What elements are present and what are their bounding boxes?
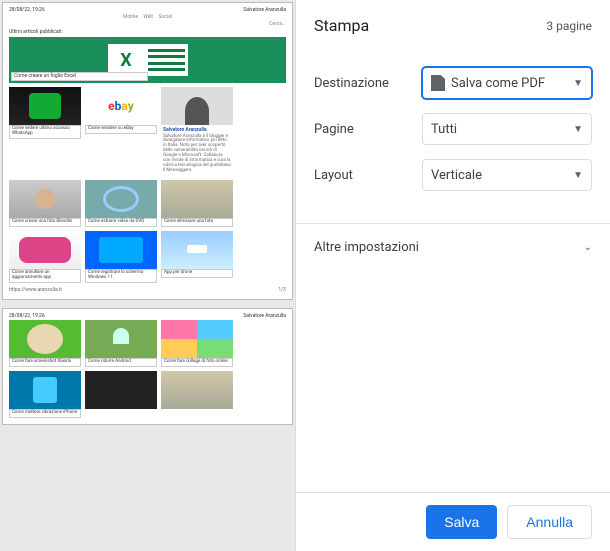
article-caption: Come creare una foto Blendlin	[9, 218, 81, 227]
pages-label: Pagine	[314, 122, 422, 137]
article-tile	[85, 371, 157, 418]
author-blurb: Salvatore AranzullaSalvatore Aranzulla è…	[161, 125, 233, 176]
preview-nav: Mobile Web Social	[9, 14, 286, 20]
article-caption: Come fare collage di foto online	[161, 358, 233, 367]
article-tile: ebayCome vendere su eBay	[85, 87, 157, 176]
destination-value: Salva come PDF	[451, 76, 545, 91]
article-thumb	[161, 231, 233, 269]
panel-title: Stampa	[314, 16, 369, 35]
preview-footer-url: https://www.aranzulla.it	[9, 287, 62, 293]
page-count: 3 pagine	[546, 19, 592, 33]
article-tile: Come vedere ultimo accesso WhatsApp	[9, 87, 81, 176]
cancel-button[interactable]: Annulla	[507, 505, 592, 539]
article-tile: Come fare collage di foto online	[161, 320, 233, 367]
article-caption: Come mettere vibrazione iPhone	[9, 409, 81, 418]
article-thumb	[85, 180, 157, 218]
preview-date-2: 28/08/22, 19:26	[9, 313, 45, 319]
pages-value: Tutti	[431, 122, 457, 137]
preview-subhead: Ultimi articoli pubblicati:	[9, 29, 286, 35]
article-thumb	[9, 371, 81, 409]
article-thumb	[85, 231, 157, 269]
article-thumb	[161, 320, 233, 358]
article-grid-p2: Come fare screenshot Xiaomi Come ridurre …	[9, 320, 286, 418]
chevron-down-icon: ⌄	[584, 242, 592, 253]
article-tile: Come annullare un aggiornamento app	[9, 231, 81, 283]
article-tile: Come registrare lo schermo Windows 11	[85, 231, 157, 283]
save-button[interactable]: Salva	[426, 505, 497, 539]
article-tile	[161, 371, 233, 418]
author-photo	[161, 87, 233, 125]
preview-author: Salvatore Aranzulla	[243, 7, 286, 13]
article-grid-p1: Come vedere ultimo accesso WhatsAppebayC…	[9, 87, 286, 283]
dialog-actions: Salva Annulla	[296, 492, 610, 551]
preview-page-1: 28/08/22, 19:26 Salvatore Aranzulla Mobi…	[2, 2, 293, 300]
article-caption: Come estrarre video da DVD	[85, 218, 157, 227]
article-thumb: ebay	[85, 87, 157, 125]
article-thumb	[85, 371, 157, 409]
article-caption: Come fare screenshot Xiaomi	[9, 358, 81, 367]
article-tile: Come mettere vibrazione iPhone	[9, 371, 81, 418]
layout-label: Layout	[314, 168, 422, 183]
article-thumb	[9, 320, 81, 358]
pdf-file-icon	[431, 75, 445, 91]
article-caption: Come vedere ultimo accesso WhatsApp	[9, 125, 81, 139]
article-caption: Come ridurre Android	[85, 358, 157, 367]
more-settings-label: Altre impostazioni	[314, 240, 419, 255]
print-preview-pane[interactable]: 28/08/22, 19:26 Salvatore Aranzulla Mobi…	[0, 0, 295, 551]
preview-search: Cerca...	[9, 21, 286, 27]
hero-caption: Come creare un foglio Excel	[11, 72, 148, 82]
preview-page-2: 28/08/22, 19:26 Salvatore Aranzulla Come…	[2, 308, 293, 425]
preview-date: 28/08/22, 19:26	[9, 7, 45, 13]
article-tile: App per drone	[161, 231, 233, 283]
author-tile: Salvatore AranzullaSalvatore Aranzulla è…	[161, 87, 233, 176]
article-caption: Come annullare un aggiornamento app	[9, 269, 81, 283]
layout-select[interactable]: Verticale ▼	[422, 159, 592, 191]
more-settings-toggle[interactable]: Altre impostazioni ⌄	[296, 223, 610, 271]
destination-select[interactable]: Salva come PDF ▼	[422, 67, 592, 99]
article-thumb	[9, 231, 81, 269]
article-thumb	[85, 320, 157, 358]
article-tile: Come estrarre video da DVD	[85, 180, 157, 227]
article-tile: Come ridurre Android	[85, 320, 157, 367]
destination-label: Destinazione	[314, 76, 422, 91]
article-thumb	[161, 180, 233, 218]
preview-author-2: Salvatore Aranzulla	[243, 313, 286, 319]
article-thumb	[9, 180, 81, 218]
print-dialog: 28/08/22, 19:26 Salvatore Aranzulla Mobi…	[0, 0, 610, 551]
article-tile: Come eliminare una foto	[161, 180, 233, 227]
article-tile: Come creare una foto Blendlin	[9, 180, 81, 227]
article-caption: Come registrare lo schermo Windows 11	[85, 269, 157, 283]
article-thumb	[9, 87, 81, 125]
chevron-down-icon: ▼	[573, 124, 583, 135]
chevron-down-icon: ▼	[573, 78, 583, 89]
pages-select[interactable]: Tutti ▼	[422, 113, 592, 145]
article-caption: Come vendere su eBay	[85, 125, 157, 134]
print-settings-panel: Stampa 3 pagine Destinazione Salva come …	[295, 0, 610, 551]
article-caption: Come eliminare una foto	[161, 218, 233, 227]
chevron-down-icon: ▼	[573, 170, 583, 181]
article-tile: Come fare screenshot Xiaomi	[9, 320, 81, 367]
article-caption: App per drone	[161, 269, 233, 278]
preview-footer-page: 1/3	[278, 287, 286, 293]
article-thumb	[161, 371, 233, 409]
hero-tile: X Come creare un foglio Excel	[9, 37, 286, 83]
layout-value: Verticale	[431, 168, 482, 183]
